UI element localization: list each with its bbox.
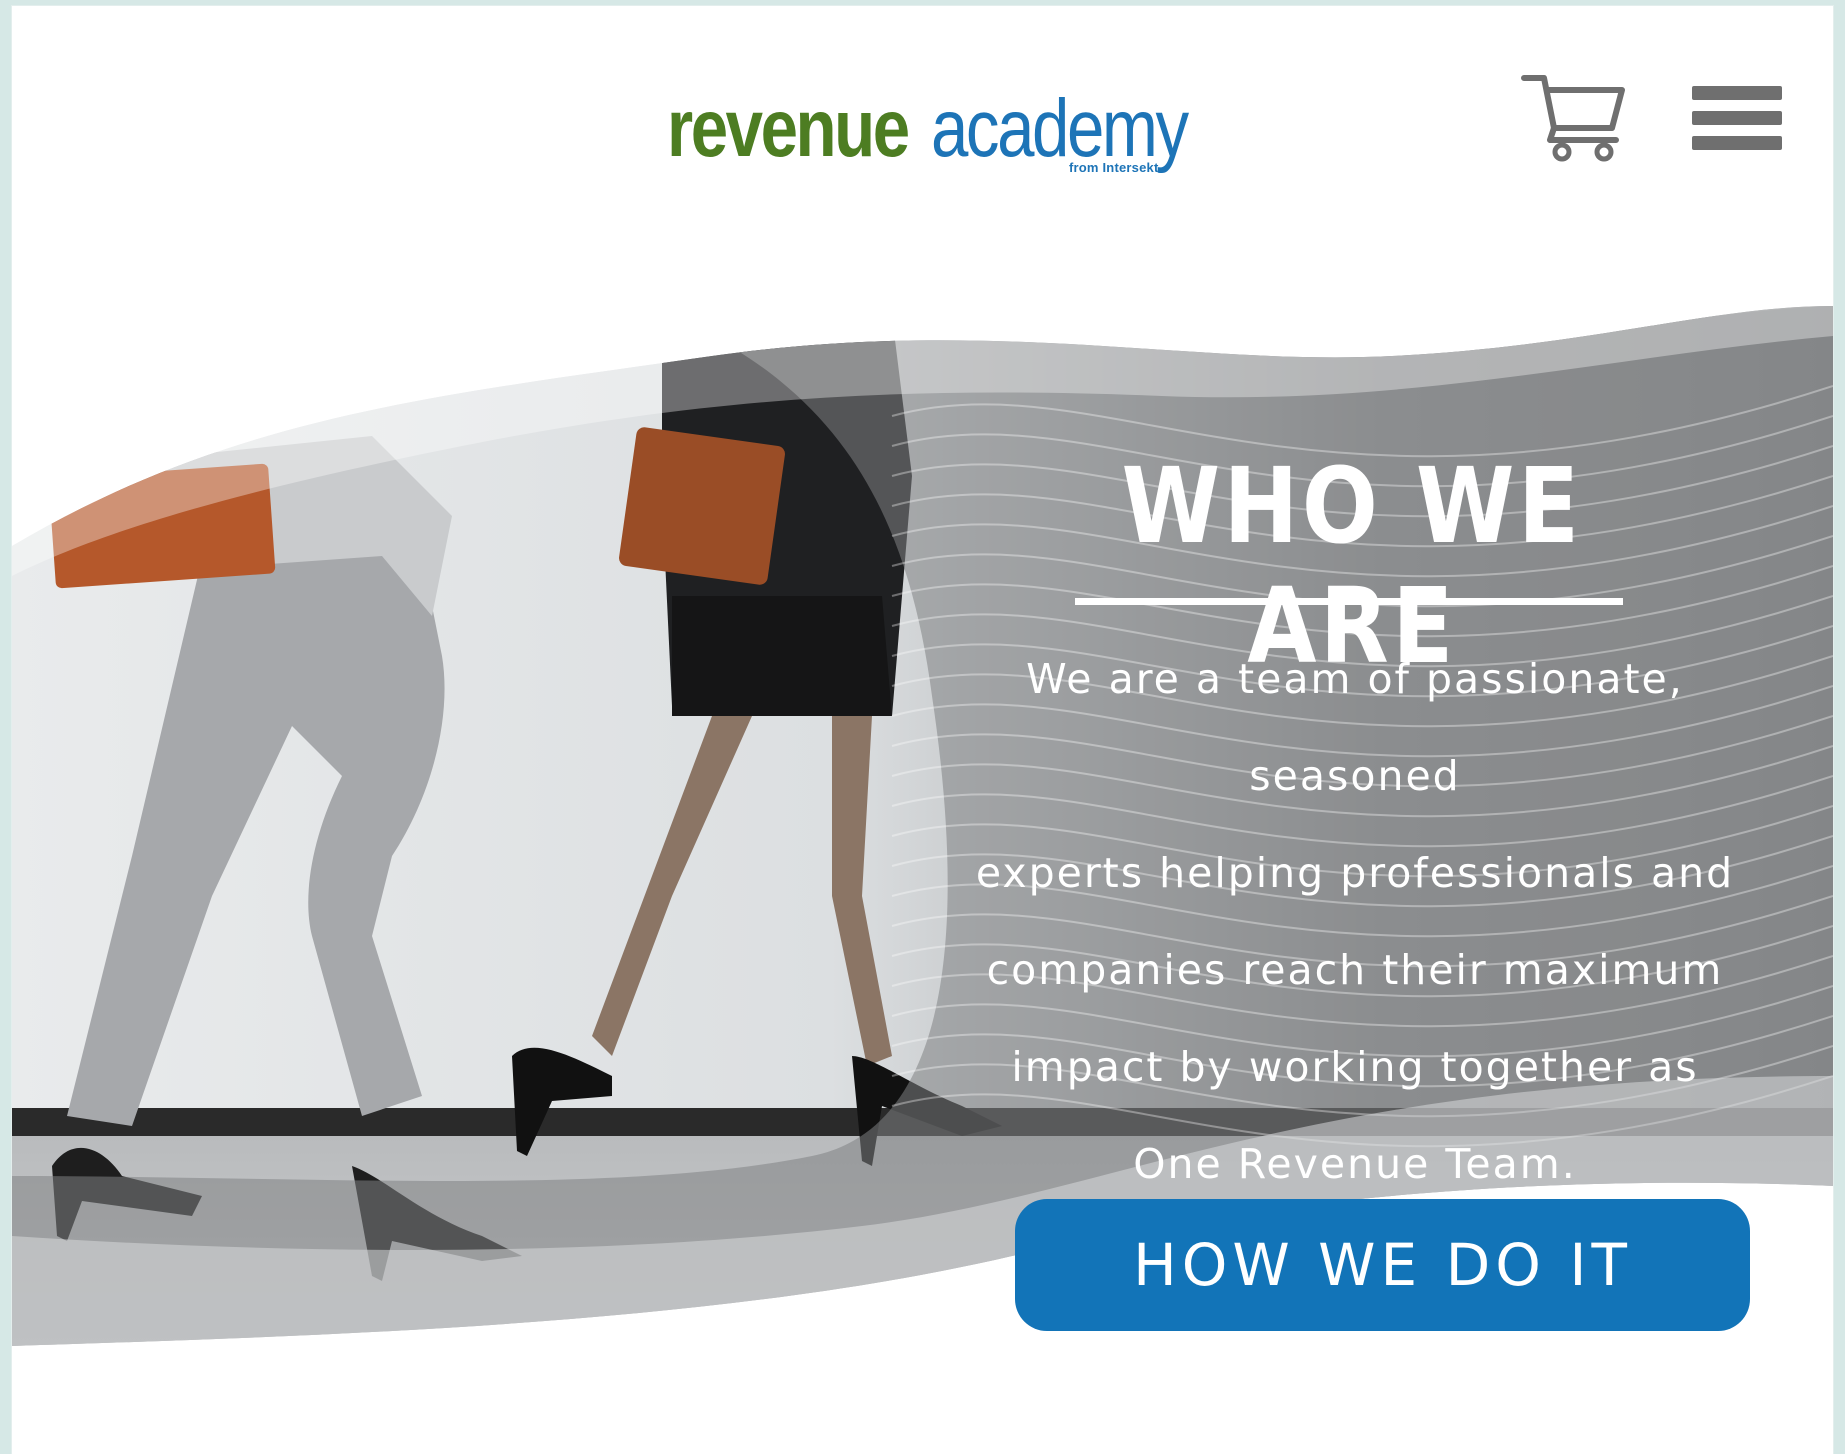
site-header: revenue academy from Intersekt [12, 6, 1833, 236]
shopping-cart-icon [1521, 75, 1625, 162]
title-divider [1075, 598, 1623, 605]
hero-description: We are a team of passionate, seasoned ex… [950, 631, 1760, 1213]
hero-description-line: impact by working together as [1011, 1043, 1699, 1091]
logo-brand-primary: revenue [667, 83, 910, 174]
hero-description-line: companies reach their maximum [986, 946, 1724, 994]
hero-section: WHO WE ARE We are a team of passionate, … [12, 296, 1833, 1376]
menu-button[interactable] [1692, 78, 1794, 156]
hero-description-line: experts helping professionals and [975, 849, 1735, 897]
how-we-do-it-button[interactable]: HOW WE DO IT [1015, 1199, 1750, 1331]
cart-button[interactable] [1520, 66, 1632, 166]
hero-description-line: We are a team of passionate, seasoned [1026, 655, 1684, 800]
logo-tagline: from Intersekt [1069, 160, 1159, 175]
hero-description-line: One Revenue Team. [1133, 1140, 1577, 1188]
page: revenue academy from Intersekt WHO WE AR… [12, 6, 1833, 1454]
logo[interactable]: revenue academy from Intersekt [667, 83, 1189, 194]
